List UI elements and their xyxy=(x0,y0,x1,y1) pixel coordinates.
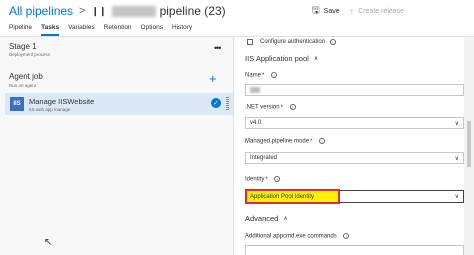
create-release-label: Create release xyxy=(358,7,405,15)
stage-name: Stage 1 xyxy=(9,42,37,51)
create-release-button[interactable]: ↑ Create release xyxy=(350,6,404,16)
appcmd-label: Additional appcmd.exe commands i xyxy=(245,233,350,240)
stage-subtitle: Deployment process xyxy=(9,52,51,57)
tab-variables[interactable]: Variables xyxy=(68,22,95,36)
scrollbar-thumb[interactable] xyxy=(467,121,471,167)
task-list-panel: Stage 1 Deployment process ••• Agent job… xyxy=(0,37,234,255)
pipeline-mode-label: Managed pipeline mode* i xyxy=(245,138,326,145)
save-button[interactable]: 🖫 Save xyxy=(312,3,340,19)
net-version-label-text: .NET version xyxy=(245,104,280,111)
section-iis-label: IIS Application pool xyxy=(245,54,309,63)
section-advanced-label: Advanced xyxy=(245,214,279,223)
pipeline-name-redacted xyxy=(111,5,156,17)
net-version-label: .NET version* i xyxy=(245,104,296,111)
appcmd-label-text: Additional appcmd.exe commands xyxy=(245,233,337,240)
name-label-text: Name xyxy=(245,72,262,79)
identity-label-text: Identity xyxy=(245,176,265,183)
header-actions: 🖫 Save ↑ Create release xyxy=(312,0,474,22)
stage-item[interactable]: Stage 1 Deployment process ••• xyxy=(0,37,233,59)
task-name: Manage IISWebsite xyxy=(29,97,95,106)
save-icon: 🖫 xyxy=(312,5,320,15)
task-settings-panel: Configure authentication i IIS Applicati… xyxy=(235,37,474,255)
name-label: Name* i xyxy=(245,72,278,79)
pipeline-mode-value: Integrated xyxy=(250,155,278,161)
save-label: Save xyxy=(323,7,340,15)
name-value-redacted xyxy=(250,87,260,93)
info-icon[interactable]: i xyxy=(319,138,326,144)
pipeline-title: pipeline (23) xyxy=(159,4,226,18)
net-version-select[interactable]: v4.0 ∨ xyxy=(245,117,464,129)
tab-options[interactable]: Options xyxy=(141,22,163,36)
identity-label: Identity* i xyxy=(245,176,281,183)
configure-authentication-label: Configure authentication xyxy=(260,39,326,45)
rocket-icon: ↑ xyxy=(349,6,355,16)
breadcrumb-all-pipelines[interactable]: All pipelines xyxy=(9,4,73,18)
chevron-down-icon: ∨ xyxy=(454,194,459,200)
identity-value: Application Pool Identity xyxy=(250,193,315,200)
breadcrumb-separator: > xyxy=(79,5,86,17)
tab-pipeline[interactable]: Pipeline xyxy=(9,22,32,36)
info-icon[interactable]: i xyxy=(343,233,350,239)
chevron-down-icon: ∨ xyxy=(454,156,459,162)
pipeline-tabs: Pipeline Tasks Variables Retention Optio… xyxy=(0,22,192,36)
tab-tasks[interactable]: Tasks xyxy=(41,22,59,36)
add-task-icon[interactable]: + xyxy=(209,71,217,86)
configure-authentication-checkbox[interactable] xyxy=(247,39,253,45)
drag-handle-icon[interactable] xyxy=(226,97,229,111)
iis-icon: IIS xyxy=(10,97,24,111)
identity-value-highlight[interactable]: Application Pool Identity xyxy=(245,189,340,204)
task-item-manage-iiswebsite[interactable]: IIS Manage IISWebsite IIS web app manage… xyxy=(5,93,233,115)
name-input[interactable] xyxy=(245,84,464,96)
section-advanced[interactable]: Advanced ∧ xyxy=(245,214,288,223)
info-icon[interactable]: i xyxy=(274,176,281,182)
info-icon[interactable]: i xyxy=(330,39,337,45)
task-enabled-check-icon[interactable]: ✓ xyxy=(211,98,221,108)
tab-history[interactable]: History xyxy=(172,22,192,36)
info-icon[interactable]: i xyxy=(289,104,296,110)
section-iis-application-pool[interactable]: IIS Application pool ∧ xyxy=(245,54,318,63)
agent-job-name: Agent job xyxy=(9,72,43,81)
agent-job-item[interactable]: Agent job Run on agent + xyxy=(0,68,233,90)
pipeline-mode-label-text: Managed pipeline mode xyxy=(245,138,310,145)
agent-job-subtitle: Run on agent xyxy=(9,83,37,88)
chevron-up-icon: ∧ xyxy=(283,216,288,222)
chevron-down-icon: ∨ xyxy=(454,121,459,127)
pipeline-mode-select[interactable]: Integrated ∨ xyxy=(245,152,464,164)
mouse-cursor-icon: ↖ xyxy=(44,237,53,248)
appcmd-input[interactable] xyxy=(245,245,464,255)
info-icon[interactable]: i xyxy=(271,72,278,78)
more-options-icon[interactable]: ••• xyxy=(214,43,222,53)
configure-authentication-row: Configure authentication i xyxy=(247,39,337,45)
net-version-value: v4.0 xyxy=(250,120,262,126)
task-subtitle: IIS web app manage xyxy=(29,107,71,112)
chevron-up-icon: ∧ xyxy=(313,56,319,62)
release-pipeline-icon: ❙❙ xyxy=(91,5,107,16)
tab-retention[interactable]: Retention xyxy=(104,22,132,36)
